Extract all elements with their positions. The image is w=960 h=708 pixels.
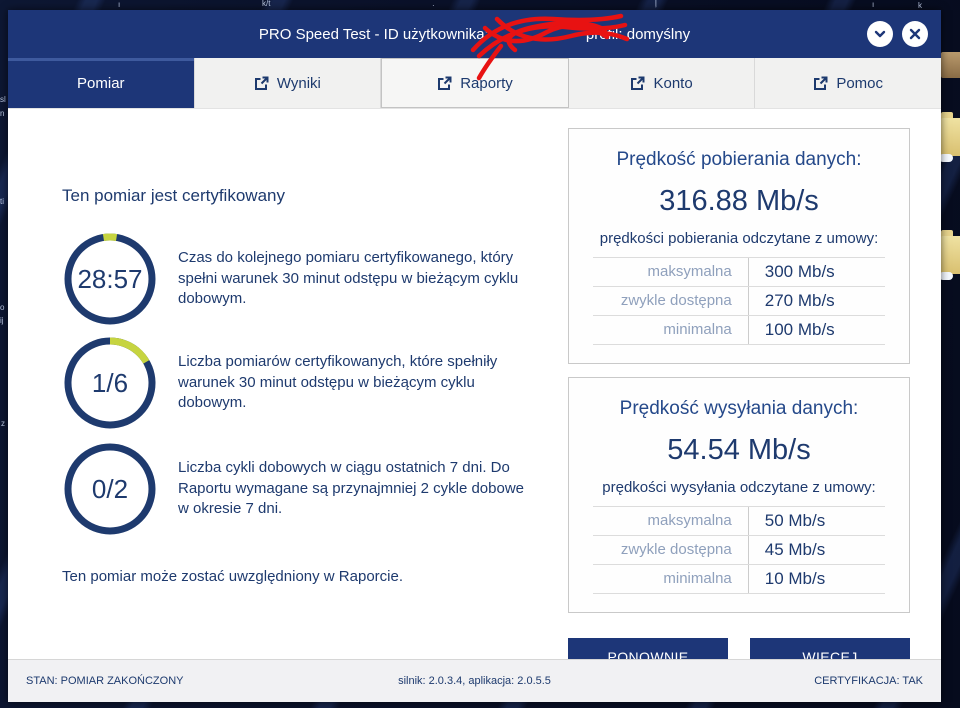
tab-pomiar[interactable]: Pomiar — [8, 58, 195, 108]
time-remaining-gauge: 28:57 — [64, 233, 156, 325]
table-row: minimalna 10 Mb/s — [593, 564, 885, 594]
desktop-text-speck: k/t — [262, 0, 270, 8]
download-speed-box: Prędkość pobierania danych: 316.88 Mb/s … — [568, 128, 910, 364]
upload-contract-subtitle: prędkości wysyłania odczytane z umowy: — [579, 479, 899, 496]
tab-konto[interactable]: Konto — [569, 58, 756, 108]
daily-cycles-description: Liczba cykli dobowych w ciągu ostatnich … — [178, 458, 530, 519]
desktop-text-speck: ı — [872, 1, 874, 9]
report-eligibility-note: Ten pomiar może zostać uwzględniony w Ra… — [62, 568, 403, 585]
title-bar: PRO Speed Test - ID użytkownika: - profi… — [8, 10, 941, 58]
daily-cycles-gauge: 0/2 — [64, 443, 156, 535]
desktop-text-speck: sl — [0, 96, 6, 104]
external-link-icon — [630, 76, 645, 91]
status-versions: silnik: 2.0.3.4, aplikacja: 2.0.5.5 — [398, 675, 551, 687]
gauge-row-time: 28:57 Czas do kolejnego pomiaru certyfik… — [64, 233, 542, 325]
tab-wyniki[interactable]: Wyniki — [195, 58, 382, 108]
row-label: zwykle dostępna — [593, 536, 748, 564]
download-value: 316.88 Mb/s — [579, 185, 899, 218]
folder-icon[interactable] — [941, 112, 960, 156]
desktop-text-speck: n — [0, 110, 4, 118]
tab-label: Konto — [653, 75, 692, 92]
tab-label: Pomoc — [836, 75, 883, 92]
tab-pomoc[interactable]: Pomoc — [755, 58, 941, 108]
results-column: Prędkość pobierania danych: 316.88 Mb/s … — [568, 128, 910, 676]
desktop-text-speck: · — [432, 2, 435, 10]
row-label: maksymalna — [593, 258, 748, 286]
minimize-button[interactable] — [867, 21, 893, 47]
desktop-text-speck: o — [0, 304, 4, 312]
status-certification: CERTYFIKACJA: TAK — [814, 675, 923, 687]
status-state: STAN: POMIAR ZAKOŃCZONY — [26, 675, 183, 687]
status-bar: STAN: POMIAR ZAKOŃCZONY silnik: 2.0.3.4,… — [8, 659, 941, 702]
certification-headline: Ten pomiar jest certyfikowany — [62, 186, 285, 206]
tab-label: Pomiar — [77, 75, 125, 92]
folder-icon[interactable] — [941, 52, 960, 78]
window-controls — [867, 21, 928, 47]
upload-speed-box: Prędkość wysyłania danych: 54.54 Mb/s pr… — [568, 377, 910, 613]
certified-count-description: Liczba pomiarów certyfikowanych, które s… — [178, 352, 530, 413]
row-value: 270 Mb/s — [748, 287, 885, 315]
desktop-text-speck: k — [918, 2, 922, 10]
row-value: 50 Mb/s — [748, 507, 885, 535]
desktop-text-speck: ti — [0, 198, 4, 206]
download-title: Prędkość pobierania danych: — [579, 149, 899, 171]
tab-label: Wyniki — [277, 75, 321, 92]
close-button[interactable] — [902, 21, 928, 47]
download-contract-table: maksymalna 300 Mb/s zwykle dostępna 270 … — [593, 257, 885, 345]
measurement-panel: Ten pomiar jest certyfikowany 28:57 Czas… — [8, 109, 941, 659]
certified-count-gauge: 1/6 — [64, 337, 156, 429]
tab-label: Raporty — [460, 75, 513, 92]
desktop-text-speck: z — [1, 420, 5, 428]
gauge-row-cycles: 0/2 Liczba cykli dobowych w ciągu ostatn… — [64, 443, 542, 535]
row-label: minimalna — [593, 565, 748, 593]
table-row: zwykle dostępna 45 Mb/s — [593, 535, 885, 564]
close-icon — [909, 28, 921, 40]
row-value: 100 Mb/s — [748, 316, 885, 344]
table-row: maksymalna 300 Mb/s — [593, 257, 885, 286]
table-row: minimalna 100 Mb/s — [593, 315, 885, 345]
app-window: PRO Speed Test - ID użytkownika: - profi… — [8, 10, 941, 702]
row-label: maksymalna — [593, 507, 748, 535]
gauge-row-count: 1/6 Liczba pomiarów certyfikowanych, któ… — [64, 337, 542, 429]
daily-cycles-value: 0/2 — [64, 443, 156, 535]
folder-icon[interactable] — [941, 230, 960, 274]
time-remaining-description: Czas do kolejnego pomiaru certyfikowaneg… — [178, 248, 530, 309]
certified-count-value: 1/6 — [64, 337, 156, 429]
tab-raporty[interactable]: Raporty — [381, 58, 569, 108]
download-contract-subtitle: prędkości pobierania odczytane z umowy: — [579, 230, 899, 247]
row-value: 300 Mb/s — [748, 258, 885, 286]
external-link-icon — [254, 76, 269, 91]
upload-title: Prędkość wysyłania danych: — [579, 398, 899, 420]
external-link-icon — [813, 76, 828, 91]
desktop-text-speck: ı — [118, 1, 120, 9]
row-value: 45 Mb/s — [748, 536, 885, 564]
desktop-text-speck: ij — [0, 317, 4, 325]
chevron-down-icon — [873, 27, 887, 41]
window-title-prefix: PRO Speed Test - ID użytkownika: — [259, 26, 489, 43]
upload-value: 54.54 Mb/s — [579, 434, 899, 467]
row-value: 10 Mb/s — [748, 565, 885, 593]
row-label: zwykle dostępna — [593, 287, 748, 315]
time-remaining-value: 28:57 — [64, 233, 156, 325]
desktop-text-speck: ļ — [655, 0, 657, 8]
window-title-suffix: - profil: domyślny — [577, 26, 690, 43]
row-label: minimalna — [593, 316, 748, 344]
external-link-icon — [437, 76, 452, 91]
table-row: maksymalna 50 Mb/s — [593, 506, 885, 535]
tab-bar: Pomiar Wyniki Raporty Konto Pomoc — [8, 58, 941, 109]
upload-contract-table: maksymalna 50 Mb/s zwykle dostępna 45 Mb… — [593, 506, 885, 594]
table-row: zwykle dostępna 270 Mb/s — [593, 286, 885, 315]
